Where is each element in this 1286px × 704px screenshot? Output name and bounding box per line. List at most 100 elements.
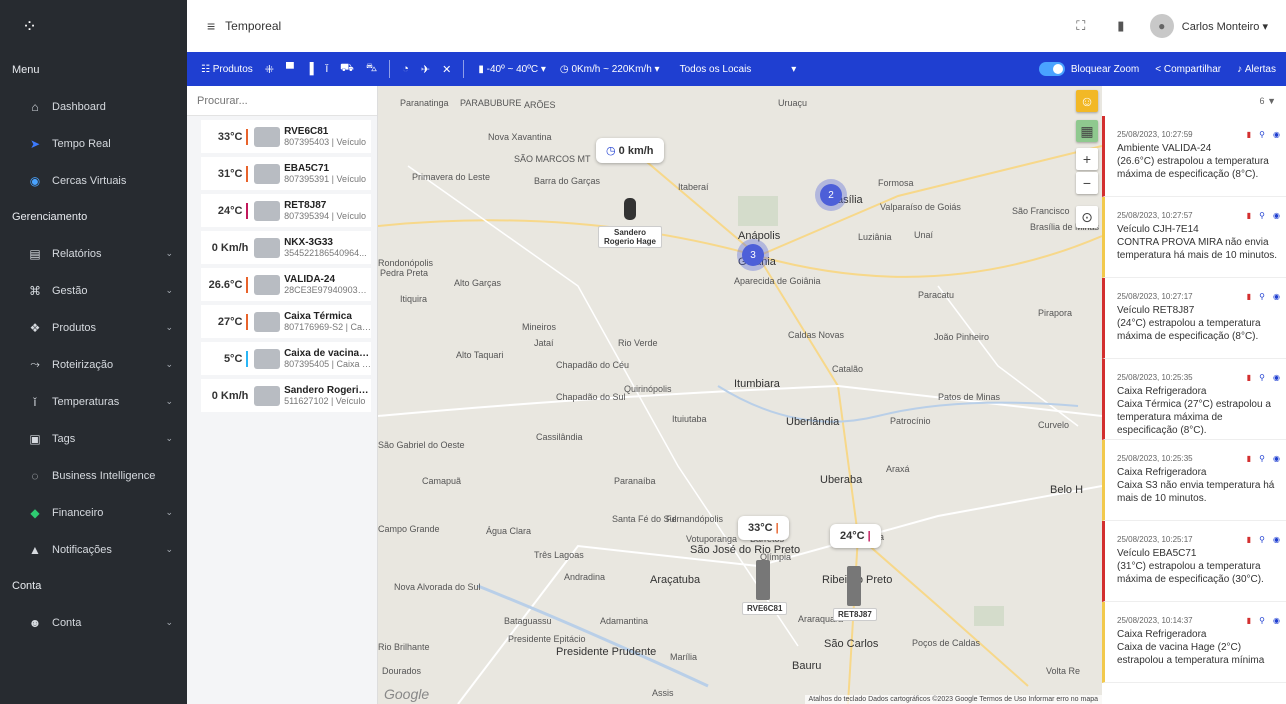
truck-icon[interactable]: ⛟ xyxy=(340,62,354,76)
fullscreen-icon[interactable]: ⛶ xyxy=(1070,18,1092,34)
alert-title: Caixa Refrigeradora xyxy=(1117,629,1207,640)
temperature-filter[interactable]: ▮ -40º ~ 40ºC ▾ xyxy=(478,64,546,75)
search-icon[interactable]: ⚲ xyxy=(1259,211,1265,220)
trash-icon[interactable]: ▮ xyxy=(1247,454,1251,463)
map-cluster[interactable]: 2 xyxy=(820,184,842,206)
filter-toolbar: ☷ Produtos ⁜ ▀ ▐ ǐ ⛟ ⛍ ◔ ✈ ✕ ▮ -40º ~ 40… xyxy=(187,52,1286,86)
trash-icon[interactable]: ▮ xyxy=(1247,535,1251,544)
speed-filter[interactable]: ◷ 0Km/h ~ 220Km/h ▾ xyxy=(560,64,660,75)
alert-item[interactable]: 25/08/2023, 10:25:35 ▮ ⚲ ◉ Caixa Refrigerado… xyxy=(1102,440,1286,521)
alert-item[interactable]: 25/08/2023, 10:27:59 ▮ ⚲ ◉ Ambiente VALIDA-2… xyxy=(1102,116,1286,197)
chevron-down-icon: ⌄ xyxy=(165,617,173,627)
vehicle-list-item[interactable]: 5°C Caixa de vacina Hage807395405 | Caixa… xyxy=(201,342,371,375)
grid-icon[interactable]: ⁜ xyxy=(265,63,274,76)
fridge-icon[interactable]: ▐ xyxy=(306,63,314,75)
truck-marker[interactable] xyxy=(756,560,770,600)
menu-toggle-icon[interactable]: ≡ xyxy=(207,18,215,34)
map-type-icon[interactable]: ▦ xyxy=(1076,120,1098,142)
sidebar-item-gestao[interactable]: ⌘ Gestão ⌄ xyxy=(0,272,187,309)
satellite-icon[interactable]: ✈ xyxy=(421,63,430,76)
sidebar-item-cercas-virtuais[interactable]: ◉ Cercas Virtuais xyxy=(0,162,187,199)
vehicle-reading-value: 24°C xyxy=(217,204,243,217)
filter-icon[interactable]: ▼ xyxy=(1267,96,1276,106)
sidebar-item-tags[interactable]: ▣ Tags ⌄ xyxy=(0,420,187,457)
alert-message: Caixa Refrigeradora Caixa S3 não envia te… xyxy=(1117,466,1280,505)
vehicle-list-item[interactable]: 0 Km/h NKX-3G33 354522186540964... xyxy=(201,231,371,264)
box-icon[interactable]: ▀ xyxy=(286,63,294,75)
search-icon[interactable]: ⚲ xyxy=(1259,454,1265,463)
map-place-label: João Pinheiro xyxy=(934,332,990,342)
thermometer-filter-icon[interactable]: ǐ xyxy=(326,63,328,75)
book-icon[interactable]: ▮ xyxy=(1110,18,1132,34)
sidebar-item-temperaturas[interactable]: ǐ Temperaturas ⌄ xyxy=(0,383,187,420)
vehicle-list-item[interactable]: 33°C RVE6C81 807395403 | Veículo xyxy=(201,120,371,153)
sidebar-item-tempo-real[interactable]: ➤ Tempo Real xyxy=(0,125,187,162)
sidebar-item-relatorios[interactable]: ▤ Relatórios ⌄ xyxy=(0,235,187,272)
alert-item[interactable]: 25/08/2023, 10:25:35 ▮ ⚲ ◉ Caixa Refrigerado… xyxy=(1102,359,1286,440)
vehicle-reading: 0 Km/h xyxy=(201,390,252,402)
app-logo-icon[interactable]: ⁘ xyxy=(0,0,187,52)
share-button[interactable]: < Compartilhar xyxy=(1155,64,1221,75)
avatar[interactable]: ● xyxy=(1149,14,1174,38)
zoom-out-button[interactable]: − xyxy=(1076,172,1098,194)
wifi-icon[interactable]: ◔ xyxy=(402,63,409,75)
trash-icon[interactable]: ▮ xyxy=(1247,211,1251,220)
no-signal-icon[interactable]: ✕ xyxy=(442,63,451,76)
sidebar-item-label: Produtos xyxy=(52,321,97,334)
locate-icon[interactable]: ◉ xyxy=(1273,535,1280,544)
sidebar-item-dashboard[interactable]: ⌂ Dashboard xyxy=(0,88,187,125)
map-place-label: Andradina xyxy=(564,572,606,582)
vehicle-list-item[interactable]: 24°C RET8J87 807395394 | Veículo xyxy=(201,194,371,227)
sidebar-item-business-intelligence[interactable]: ◌ Business Intelligence xyxy=(0,457,187,494)
locate-icon[interactable]: ◉ xyxy=(1273,454,1280,463)
vehicle-list-item[interactable]: 27°C Caixa Térmica807176969-S2 | Caixa R.… xyxy=(201,305,371,338)
search-icon[interactable]: ⚲ xyxy=(1259,373,1265,382)
locations-select[interactable]: Todos os Locais ▾ xyxy=(680,64,797,75)
search-icon[interactable]: ⚲ xyxy=(1259,535,1265,544)
map-attribution[interactable]: Atalhos do teclado Dados cartográficos ©… xyxy=(804,695,1102,704)
trash-icon[interactable]: ▮ xyxy=(1247,292,1251,301)
alert-item[interactable]: 25/08/2023, 10:14:37 ▮ ⚲ ◉ Caixa Refrigerado… xyxy=(1102,602,1286,683)
locate-icon[interactable]: ◉ xyxy=(1273,211,1280,220)
car-icon[interactable]: ⛍ xyxy=(366,62,377,76)
map-place-label: Camapuã xyxy=(422,476,462,486)
alert-actions: ▮ ⚲ ◉ xyxy=(1239,535,1280,544)
trash-icon[interactable]: ▮ xyxy=(1247,616,1251,625)
locate-icon[interactable]: ◉ xyxy=(1273,130,1280,139)
alert-item[interactable]: 25/08/2023, 10:25:17 ▮ ⚲ ◉ Veículo EBA5C71 (3… xyxy=(1102,521,1286,602)
truck-marker[interactable] xyxy=(847,566,861,606)
target-icon: ◉ xyxy=(29,173,41,188)
sidebar-item-conta[interactable]: ☻ Conta ⌄ xyxy=(0,604,187,641)
locate-icon[interactable]: ◉ xyxy=(1273,292,1280,301)
vehicle-list-item[interactable]: 31°C EBA5C71 807395391 | Veículo xyxy=(201,157,371,190)
trash-icon[interactable]: ▮ xyxy=(1247,130,1251,139)
toggle-switch[interactable] xyxy=(1038,62,1065,76)
search-icon[interactable]: ⚲ xyxy=(1259,616,1265,625)
search-icon[interactable]: ⚲ xyxy=(1259,130,1265,139)
map-cluster[interactable]: 3 xyxy=(742,244,764,266)
locate-icon[interactable]: ◉ xyxy=(1273,616,1280,625)
sidebar-item-roteirizacao[interactable]: ⤳ Roteirização ⌄ xyxy=(0,346,187,383)
vehicle-list-item[interactable]: 0 Km/h Sandero Rogerio ... 511627102 | Veí… xyxy=(201,379,371,412)
produtos-filter[interactable]: ☷ Produtos xyxy=(201,64,253,75)
sidebar-item-financeiro[interactable]: ◆ Financeiro ⌄ xyxy=(0,494,187,531)
street-view-icon[interactable]: ☺ xyxy=(1076,90,1098,112)
trash-icon[interactable]: ▮ xyxy=(1247,373,1251,382)
search-box xyxy=(187,86,377,116)
alerts-button[interactable]: ♪ Alertas xyxy=(1237,64,1276,75)
car-marker[interactable] xyxy=(624,198,636,220)
alert-item[interactable]: 25/08/2023, 10:27:17 ▮ ⚲ ◉ Veículo RET8J87 (2… xyxy=(1102,278,1286,359)
map[interactable]: Paranatinga PARABUBURE ARÕES Uruaçu Nova Xav… xyxy=(378,86,1102,704)
search-input[interactable] xyxy=(197,94,367,107)
user-menu[interactable]: Carlos Monteiro ▾ xyxy=(1182,20,1268,33)
vehicle-list-item[interactable]: 26.6°C VALIDA-2428CE3E9794090335 | A... xyxy=(201,268,371,301)
zoom-in-button[interactable]: + xyxy=(1076,148,1098,170)
bloquear-zoom-toggle[interactable]: Bloquear Zoom xyxy=(1038,62,1139,76)
sidebar-item-notificacoes[interactable]: ▲ Notificações ⌄ xyxy=(0,531,187,568)
alert-item[interactable]: 25/08/2023, 10:27:57 ▮ ⚲ ◉ Veículo CJH-7E14 C… xyxy=(1102,197,1286,278)
bell-icon: ♪ xyxy=(1237,63,1245,75)
my-location-icon[interactable]: ⊙ xyxy=(1076,206,1098,228)
locate-icon[interactable]: ◉ xyxy=(1273,373,1280,382)
sidebar-item-produtos[interactable]: ❖ Produtos ⌄ xyxy=(0,309,187,346)
search-icon[interactable]: ⚲ xyxy=(1259,292,1265,301)
